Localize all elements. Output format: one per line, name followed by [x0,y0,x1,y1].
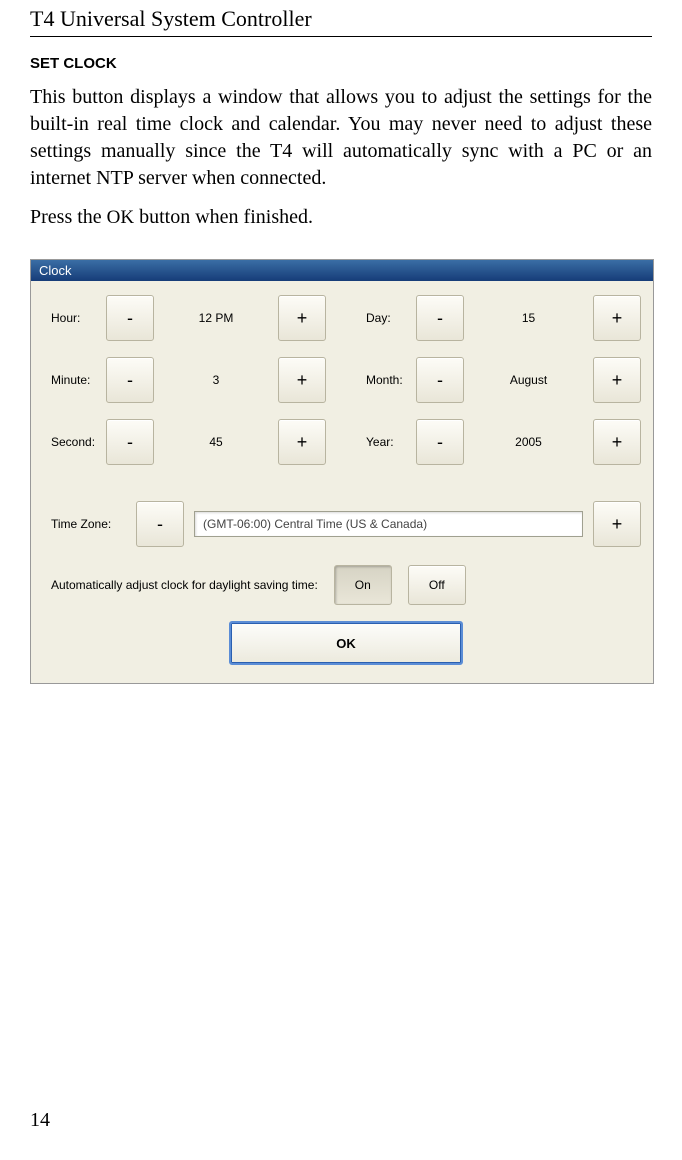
hour-minus-button[interactable]: - [106,295,154,341]
timezone-label: Time Zone: [51,517,126,531]
timezone-plus-button[interactable]: + [593,501,641,547]
page-number: 14 [30,1109,50,1132]
time-column: Hour: - 12 PM + Minute: - 3 + Second: - [51,295,326,481]
minute-plus-button[interactable]: + [278,357,326,403]
hour-value: 12 PM [154,311,278,325]
paragraph-2: Press the OK button when finished. [30,204,652,231]
p2-post: button when finished. [134,206,313,228]
dst-label: Automatically adjust clock for daylight … [51,578,318,592]
section-title: SET CLOCK [30,55,652,72]
hour-plus-button[interactable]: + [278,295,326,341]
p2-ok: OK [107,207,134,228]
day-label: Day: [366,311,416,325]
month-minus-button[interactable]: - [416,357,464,403]
year-plus-button[interactable]: + [593,419,641,465]
hour-label: Hour: [51,311,106,325]
timezone-display: (GMT-06:00) Central Time (US & Canada) [194,511,583,537]
date-column: Day: - 15 + Month: - August + Year: - [366,295,641,481]
month-label: Month: [366,373,416,387]
second-value: 45 [154,435,278,449]
year-value: 2005 [464,435,593,449]
month-value: August [464,373,593,387]
month-plus-button[interactable]: + [593,357,641,403]
p2-pre: Press the [30,206,107,228]
doc-header: T4 Universal System Controller [30,0,652,37]
second-minus-button[interactable]: - [106,419,154,465]
day-minus-button[interactable]: - [416,295,464,341]
minute-minus-button[interactable]: - [106,357,154,403]
year-minus-button[interactable]: - [416,419,464,465]
minute-label: Minute: [51,373,106,387]
timezone-minus-button[interactable]: - [136,501,184,547]
paragraph-1: This button displays a window that allow… [30,84,652,192]
dialog-titlebar: Clock [31,260,653,281]
second-plus-button[interactable]: + [278,419,326,465]
year-label: Year: [366,435,416,449]
minute-value: 3 [154,373,278,387]
ok-button[interactable]: OK [229,621,463,665]
day-value: 15 [464,311,593,325]
day-plus-button[interactable]: + [593,295,641,341]
dst-off-button[interactable]: Off [408,565,466,605]
dst-on-button[interactable]: On [334,565,392,605]
clock-dialog: Clock Hour: - 12 PM + Minute: - 3 + [30,259,654,684]
second-label: Second: [51,435,106,449]
